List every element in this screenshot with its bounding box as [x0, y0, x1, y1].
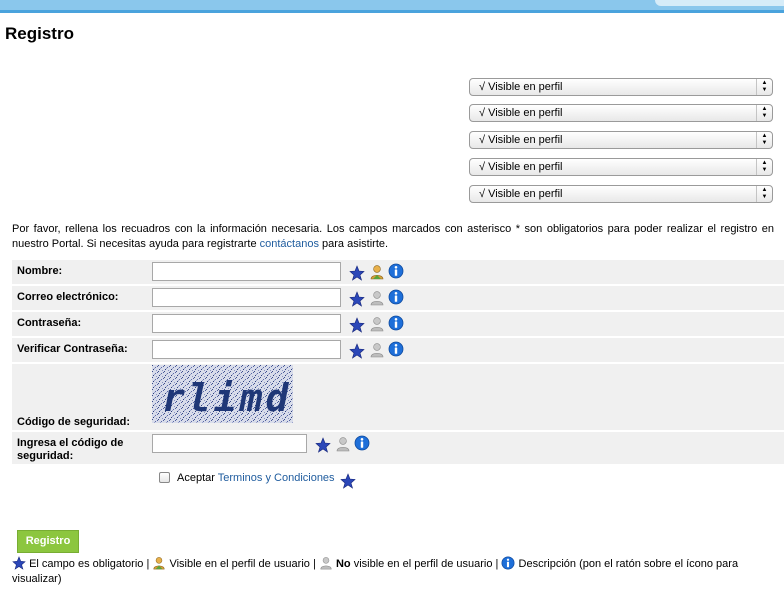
info-icon[interactable] [388, 289, 404, 305]
terms-checkbox[interactable] [159, 472, 170, 483]
select-arrows-icon: ▲ ▼ [756, 186, 772, 202]
user-hidden-icon[interactable] [369, 342, 385, 358]
select-arrows-icon: ▲ ▼ [756, 105, 772, 121]
contact-link[interactable]: contáctanos [260, 238, 319, 250]
register-button[interactable]: Registro [17, 530, 79, 553]
verify-password-label: Verificar Contraseña: [17, 343, 128, 355]
legend: El campo es obligatorio | Visible en el … [12, 556, 739, 585]
privacy-select-3[interactable]: √ Visible en perfil ▲ ▼ [469, 131, 773, 149]
verify-password-input[interactable] [152, 340, 341, 359]
captcha-label: Código de seguridad: [17, 416, 131, 428]
privacy-select-5[interactable]: √ Visible en perfil ▲ ▼ [469, 185, 773, 203]
info-icon [501, 556, 515, 570]
top-navigation-bar [0, 0, 784, 13]
star-icon [315, 437, 331, 453]
select-arrows-icon: ▲ ▼ [756, 159, 772, 175]
star-icon [349, 343, 365, 359]
terms-link[interactable]: Terminos y Condiciones [218, 472, 335, 484]
user-visible-icon[interactable] [369, 264, 385, 280]
star-icon [349, 317, 365, 333]
star-icon [349, 265, 365, 281]
info-icon[interactable] [388, 341, 404, 357]
name-input[interactable] [152, 262, 341, 281]
info-icon[interactable] [388, 263, 404, 279]
star-icon [12, 556, 26, 570]
privacy-select-2[interactable]: √ Visible en perfil ▲ ▼ [469, 104, 773, 122]
star-icon [349, 291, 365, 307]
user-hidden-icon [319, 556, 333, 570]
privacy-select-4[interactable]: √ Visible en perfil ▲ ▼ [469, 158, 773, 176]
email-label: Correo electrónico: [17, 291, 119, 303]
page-title: Registro [5, 24, 74, 43]
info-icon[interactable] [388, 315, 404, 331]
user-hidden-icon[interactable] [369, 316, 385, 332]
captcha-input-label: Ingresa el código de seguridad: [17, 437, 124, 462]
privacy-select-1[interactable]: √ Visible en perfil ▲ ▼ [469, 78, 773, 96]
user-hidden-icon[interactable] [335, 436, 351, 452]
top-bar-tab[interactable] [655, 0, 784, 6]
captcha-image: rlimd [152, 365, 293, 423]
password-input[interactable] [152, 314, 341, 333]
captcha-input[interactable] [152, 434, 307, 453]
intro-text: Por favor, rellena los recuadros con la … [12, 223, 774, 250]
name-label: Nombre: [17, 265, 63, 277]
select-arrows-icon: ▲ ▼ [756, 79, 772, 95]
user-hidden-icon[interactable] [369, 290, 385, 306]
password-label: Contraseña: [17, 317, 82, 329]
star-icon [340, 473, 356, 489]
terms-text: Aceptar Terminos y Condiciones [177, 472, 335, 484]
info-icon[interactable] [354, 435, 370, 451]
email-input[interactable] [152, 288, 341, 307]
user-visible-icon [152, 556, 166, 570]
svg-text:rlimd: rlimd [162, 376, 291, 420]
select-arrows-icon: ▲ ▼ [756, 132, 772, 148]
